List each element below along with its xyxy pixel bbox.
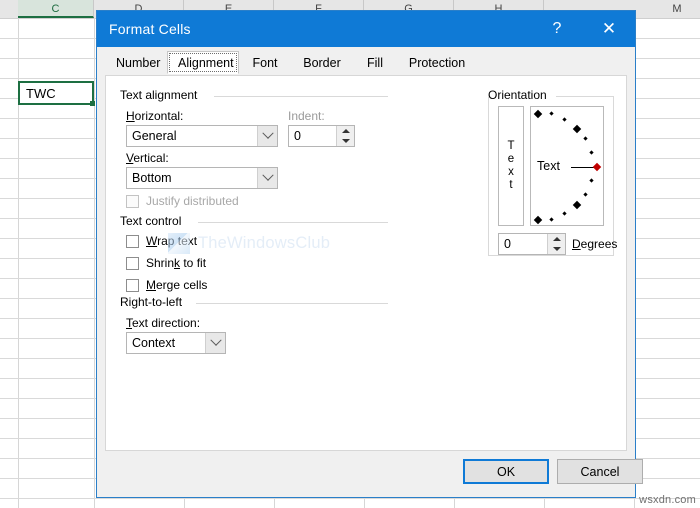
orientation-marker-dot[interactable] — [583, 192, 588, 197]
text-direction-value: Context — [132, 336, 176, 350]
tab-border[interactable]: Border — [291, 51, 353, 74]
wrap-text-label: Wrap text — [146, 234, 198, 248]
ok-button[interactable]: OK — [463, 459, 549, 484]
right-to-left-group-title: Right-to-left — [120, 295, 189, 309]
wrap-text-checkbox[interactable] — [126, 234, 139, 248]
vertical-label: Vertical: — [126, 151, 169, 165]
merge-cells-checkbox-row[interactable]: Merge cells — [126, 278, 207, 292]
orientation-marker-dot[interactable] — [549, 111, 554, 116]
tab-fill[interactable]: Fill — [353, 51, 397, 74]
degrees-spinner-buttons[interactable] — [547, 234, 565, 254]
group-divider — [214, 96, 388, 97]
orientation-marker-minus90[interactable] — [533, 215, 543, 225]
indent-spinner-buttons[interactable] — [336, 126, 354, 146]
dialog-body: Number Alignment Font Border Fill Protec… — [97, 47, 643, 497]
orientation-marker-dot[interactable] — [589, 150, 594, 155]
corner-watermark: wsxdn.com — [639, 494, 696, 506]
orientation-vertical-letter: x — [508, 166, 514, 178]
dialog-title: Format Cells — [109, 21, 191, 37]
merge-cells-label: Merge cells — [146, 278, 208, 292]
indent-stepper[interactable]: 0 — [288, 125, 355, 147]
format-cells-dialog: Format Cells ? ✕ Number Alignment Font B… — [96, 10, 643, 498]
degrees-label: Degrees — [572, 237, 618, 251]
orientation-vertical-text-box[interactable]: T e x t — [498, 106, 524, 226]
fill-handle[interactable] — [90, 101, 95, 106]
orientation-marker-45[interactable] — [572, 124, 582, 134]
vertical-combo[interactable]: Bottom — [126, 167, 278, 189]
text-control-group: Text control — [120, 214, 388, 228]
degrees-stepper[interactable]: 0 — [498, 233, 566, 255]
text-alignment-group: Text alignment — [120, 88, 388, 102]
cancel-button[interactable]: Cancel — [557, 459, 643, 484]
selected-cell[interactable]: TWC — [18, 81, 94, 105]
tab-font[interactable]: Font — [239, 51, 291, 74]
chevron-down-icon[interactable] — [257, 168, 277, 188]
text-direction-combo[interactable]: Context — [126, 332, 226, 354]
alignment-panel: Text alignment Horizontal: General Inden… — [105, 75, 627, 451]
merge-cells-checkbox[interactable] — [126, 278, 139, 292]
orientation-marker-dot[interactable] — [583, 136, 588, 141]
orientation-marker-dot[interactable] — [562, 211, 567, 216]
tab-protection[interactable]: Protection — [397, 51, 477, 74]
indent-label: Indent: — [288, 109, 325, 123]
wrap-text-checkbox-row[interactable]: Wrap text — [126, 234, 197, 248]
degrees-value: 0 — [504, 237, 511, 251]
dialog-titlebar: Format Cells ? ✕ — [97, 11, 635, 47]
group-divider — [196, 303, 388, 304]
right-to-left-group: Right-to-left — [120, 295, 388, 309]
spinner-up-icon[interactable] — [337, 126, 354, 136]
close-icon[interactable]: ✕ — [587, 11, 631, 47]
tab-alignment[interactable]: Alignment — [167, 51, 239, 74]
tab-number[interactable]: Number — [105, 51, 167, 74]
shrink-to-fit-checkbox-row[interactable]: Shrink to fit — [126, 256, 206, 270]
orientation-marker-minus45[interactable] — [572, 200, 582, 210]
orientation-vertical-letter: e — [507, 153, 515, 165]
tab-strip: Number Alignment Font Border Fill Protec… — [105, 51, 627, 76]
orientation-dial-text-label: Text — [537, 159, 560, 173]
horizontal-value: General — [132, 129, 177, 143]
indent-value: 0 — [294, 129, 301, 143]
group-divider — [198, 222, 388, 223]
horizontal-combo[interactable]: General — [126, 125, 278, 147]
orientation-vertical-letter: T — [507, 140, 515, 152]
orientation-marker-dot[interactable] — [562, 117, 567, 122]
justify-distributed-label: Justify distributed — [146, 194, 239, 208]
chevron-down-icon[interactable] — [257, 126, 277, 146]
gridline-vertical — [94, 18, 95, 508]
text-direction-label: Text direction: — [126, 316, 201, 330]
orientation-dial[interactable]: Text — [530, 106, 604, 226]
gridline-horizontal — [0, 498, 700, 499]
orientation-vertical-letter: t — [509, 179, 513, 191]
help-icon[interactable]: ? — [535, 11, 579, 47]
orientation-marker-dot[interactable] — [549, 217, 554, 222]
justify-distributed-checkbox-row[interactable]: Justify distributed — [126, 194, 239, 208]
orientation-marker-90[interactable] — [533, 109, 543, 119]
orientation-marker-dot[interactable] — [589, 178, 594, 183]
cell-value-twc: TWC — [26, 86, 56, 101]
shrink-to-fit-label: Shrink to fit — [146, 256, 207, 270]
text-control-group-title: Text control — [120, 214, 188, 228]
justify-distributed-checkbox[interactable] — [126, 194, 139, 208]
orientation-marker-0-active[interactable] — [592, 162, 602, 172]
spinner-down-icon[interactable] — [337, 136, 354, 146]
column-header-c[interactable]: C — [18, 0, 94, 18]
spinner-down-icon[interactable] — [548, 244, 565, 254]
text-alignment-group-title: Text alignment — [120, 88, 204, 102]
spinner-up-icon[interactable] — [548, 234, 565, 244]
horizontal-label: Horizontal: — [126, 109, 184, 123]
vertical-value: Bottom — [132, 171, 172, 185]
chevron-down-icon[interactable] — [205, 333, 225, 353]
column-header-m[interactable]: M — [654, 0, 700, 18]
shrink-to-fit-checkbox[interactable] — [126, 256, 139, 270]
